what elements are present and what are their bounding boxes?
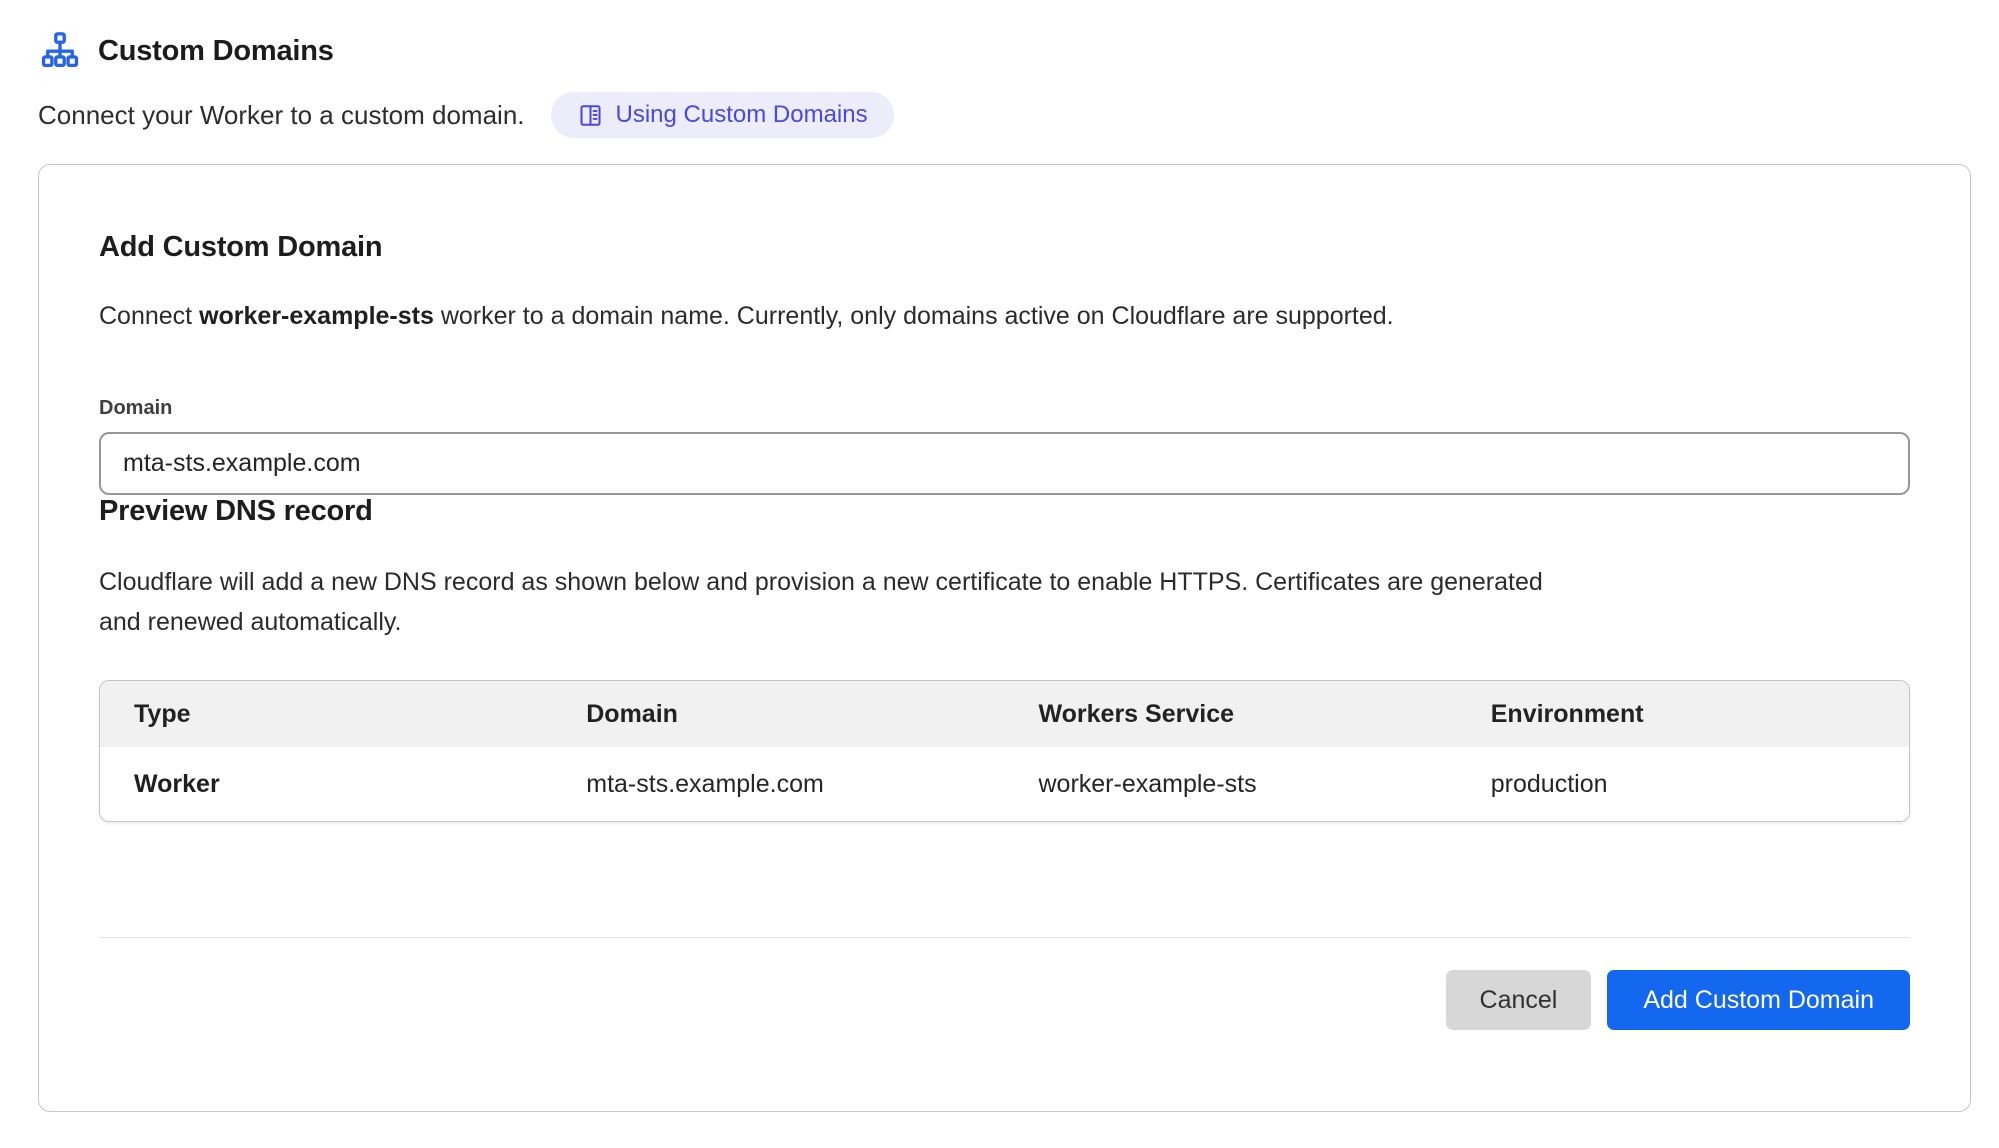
dns-preview-table: Type Domain Workers Service Environment … [99, 680, 1910, 822]
intro-prefix: Connect [99, 302, 199, 330]
cell-domain: mta-sts.example.com [552, 770, 1004, 799]
page-title: Custom Domains [98, 35, 334, 68]
page-subtitle-row: Connect your Worker to a custom domain. … [38, 92, 1971, 138]
add-custom-domain-button[interactable]: Add Custom Domain [1607, 970, 1910, 1030]
table-header-row: Type Domain Workers Service Environment [100, 681, 1909, 747]
table-header-type: Type [100, 700, 552, 729]
cell-environment: production [1457, 770, 1909, 799]
preview-dns-title: Preview DNS record [99, 495, 1910, 528]
table-header-environment: Environment [1457, 700, 1909, 729]
card-footer-buttons: Cancel Add Custom Domain [99, 970, 1910, 1030]
table-header-domain: Domain [552, 700, 1004, 729]
intro-suffix: worker to a domain name. Currently, only… [434, 302, 1394, 330]
preview-dns-description: Cloudflare will add a new DNS record as … [99, 562, 1549, 642]
card-title: Add Custom Domain [99, 231, 1910, 264]
sitemap-icon [38, 30, 82, 72]
domain-field-label: Domain [99, 397, 1910, 420]
open-book-icon [577, 102, 604, 129]
custom-domains-page: Custom Domains Connect your Worker to a … [0, 0, 1999, 1112]
domain-input[interactable] [99, 432, 1910, 495]
add-custom-domain-card: Add Custom Domain Connect worker-example… [38, 164, 1971, 1112]
doc-link-label: Using Custom Domains [616, 101, 868, 129]
footer-divider [99, 937, 1910, 938]
page-subtitle: Connect your Worker to a custom domain. [38, 100, 525, 131]
card-intro: Connect worker-example-sts worker to a d… [99, 302, 1910, 331]
doc-link-using-custom-domains[interactable]: Using Custom Domains [551, 92, 894, 138]
cell-type: Worker [100, 770, 552, 799]
page-header: Custom Domains [38, 30, 1971, 72]
cancel-button[interactable]: Cancel [1446, 970, 1592, 1030]
worker-name: worker-example-sts [199, 302, 434, 330]
cell-workers-service: worker-example-sts [1005, 770, 1457, 799]
table-header-workers-service: Workers Service [1005, 700, 1457, 729]
table-row: Worker mta-sts.example.com worker-exampl… [100, 747, 1909, 821]
